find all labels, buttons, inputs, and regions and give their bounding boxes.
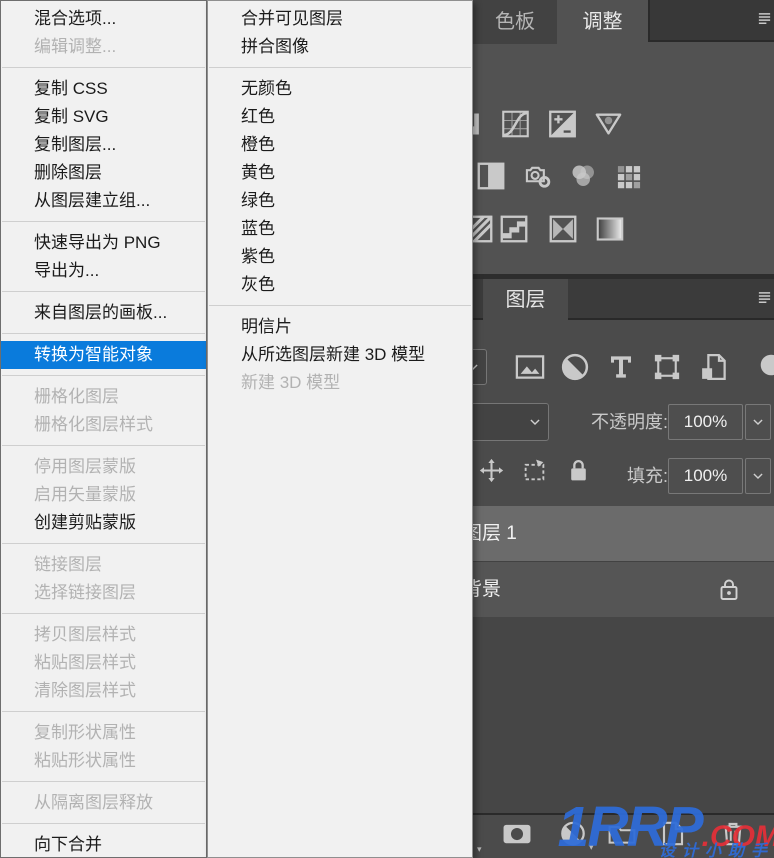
- layers-empty-area: [455, 617, 774, 813]
- menu-item[interactable]: 创建剪贴蒙版: [1, 509, 206, 537]
- flyout-arrow[interactable]: ▾: [477, 845, 482, 854]
- fill-dropdown-button[interactable]: [745, 458, 771, 494]
- menu-item[interactable]: 复制 SVG: [1, 103, 206, 131]
- menu-item[interactable]: 无颜色: [208, 75, 472, 103]
- layer-row-background[interactable]: 背景: [455, 562, 774, 618]
- fill-input[interactable]: 100%: [668, 458, 743, 494]
- menu-item: 栅格化图层样式: [1, 411, 206, 439]
- menu-item[interactable]: 删除图层: [1, 159, 206, 187]
- color-lookup-icon[interactable]: [613, 162, 645, 190]
- layer-row-selected[interactable]: 图层 1: [455, 506, 774, 562]
- delete-layer-icon[interactable]: [719, 820, 747, 847]
- menu-item: 粘贴形状属性: [1, 747, 206, 775]
- flyout-arrow[interactable]: ▾: [589, 843, 594, 852]
- menu-item: 停用图层蒙版: [1, 453, 206, 481]
- panel-menu-icon[interactable]: [756, 11, 773, 26]
- menu-item: 新建 3D 模型: [208, 369, 472, 397]
- layer-flyout-menu: 合并可见图层拼合图像无颜色红色橙色黄色绿色蓝色紫色灰色明信片从所选图层新建 3D…: [207, 0, 473, 858]
- padlock-icon: [717, 576, 741, 603]
- menu-separator: [2, 823, 205, 824]
- menu-item[interactable]: 橙色: [208, 131, 472, 159]
- black-white-icon[interactable]: [475, 162, 507, 190]
- screenshot-root: 色板 调整 图层 不透明度: 100% 填充: 100%: [0, 0, 774, 858]
- menu-item[interactable]: 从所选图层新建 3D 模型: [208, 341, 472, 369]
- menu-item[interactable]: 拼合图像: [208, 33, 472, 61]
- tab-layers[interactable]: 图层: [483, 279, 568, 322]
- menu-item[interactable]: 明信片: [208, 313, 472, 341]
- fill-adjustment-icon[interactable]: [559, 820, 587, 847]
- menu-item: 链接图层: [1, 551, 206, 579]
- menu-separator: [2, 67, 205, 68]
- menu-separator: [2, 711, 205, 712]
- new-layer-icon[interactable]: [659, 820, 687, 847]
- menu-item: 选择链接图层: [1, 579, 206, 607]
- menu-item[interactable]: 向下合并: [1, 831, 206, 858]
- menu-item: 复制形状属性: [1, 719, 206, 747]
- menu-separator: [2, 613, 205, 614]
- vibrance-icon[interactable]: [593, 110, 624, 138]
- menu-item[interactable]: 灰色: [208, 271, 472, 299]
- tab-adjustments[interactable]: 调整: [557, 0, 648, 44]
- menu-item[interactable]: 黄色: [208, 159, 472, 187]
- menu-item[interactable]: 蓝色: [208, 215, 472, 243]
- move-lock-icon[interactable]: [479, 458, 504, 483]
- chevron-down-icon: [751, 469, 765, 483]
- menu-separator: [2, 375, 205, 376]
- lock-all-icon[interactable]: [566, 458, 591, 483]
- curves-icon[interactable]: [500, 110, 531, 138]
- menu-item[interactable]: 导出为...: [1, 257, 206, 285]
- panel-menu-icon[interactable]: [756, 290, 773, 305]
- menu-separator: [2, 445, 205, 446]
- menu-item[interactable]: 从图层建立组...: [1, 187, 206, 215]
- menu-separator: [209, 67, 471, 68]
- toggle-circle-icon[interactable]: [758, 352, 774, 378]
- menu-item[interactable]: 来自图层的画板...: [1, 299, 206, 327]
- layer-mask-icon[interactable]: [503, 820, 531, 847]
- menu-item[interactable]: 复制 CSS: [1, 75, 206, 103]
- menu-item: 栅格化图层: [1, 383, 206, 411]
- tab-swatches[interactable]: 色板: [473, 0, 557, 44]
- menu-item: 从隔离图层释放: [1, 789, 206, 817]
- opacity-input[interactable]: 100%: [668, 404, 743, 440]
- chevron-down-icon: [751, 415, 765, 429]
- posterize-icon[interactable]: [498, 215, 530, 243]
- menu-item[interactable]: 复制图层...: [1, 131, 206, 159]
- layer-context-menu: 混合选项...编辑调整... 复制 CSS复制 SVG复制图层...删除图层从图层…: [0, 0, 207, 858]
- threshold-icon[interactable]: [547, 215, 579, 243]
- menu-item: 粘贴图层样式: [1, 649, 206, 677]
- image-icon[interactable]: [515, 352, 545, 382]
- menu-item[interactable]: 快速导出为 PNG: [1, 229, 206, 257]
- channel-mixer-icon[interactable]: [567, 162, 599, 190]
- gradient-map-icon[interactable]: [594, 215, 626, 243]
- menu-item[interactable]: 紫色: [208, 243, 472, 271]
- menu-item: 清除图层样式: [1, 677, 206, 705]
- menu-separator: [209, 305, 471, 306]
- menu-item[interactable]: 转换为智能对象: [1, 341, 206, 369]
- menu-item: 启用矢量蒙版: [1, 481, 206, 509]
- menu-item: 拷贝图层样式: [1, 621, 206, 649]
- group-folder-icon[interactable]: [608, 820, 636, 847]
- menu-item[interactable]: 合并可见图层: [208, 5, 472, 33]
- menu-item[interactable]: 混合选项...: [1, 5, 206, 33]
- menu-separator: [2, 781, 205, 782]
- menu-separator: [2, 291, 205, 292]
- menu-separator: [2, 221, 205, 222]
- menu-item[interactable]: 红色: [208, 103, 472, 131]
- smart-object-icon[interactable]: [699, 352, 729, 382]
- photo-filter-icon[interactable]: [522, 162, 554, 190]
- transform-lock-icon[interactable]: [522, 458, 547, 483]
- photoshop-panel-area: 色板 调整 图层 不透明度: 100% 填充: 100%: [455, 0, 774, 858]
- menu-item: 编辑调整...: [1, 33, 206, 61]
- chevron-down-icon: [528, 415, 542, 429]
- opacity-dropdown-button[interactable]: [745, 404, 771, 440]
- menu-separator: [2, 333, 205, 334]
- exposure-icon[interactable]: [547, 110, 578, 138]
- type-icon[interactable]: [606, 352, 636, 382]
- opacity-label: 不透明度:: [545, 403, 668, 441]
- shape-icon[interactable]: [652, 352, 682, 382]
- menu-item[interactable]: 绿色: [208, 187, 472, 215]
- adjustment-icon[interactable]: [560, 352, 590, 382]
- menu-separator: [2, 543, 205, 544]
